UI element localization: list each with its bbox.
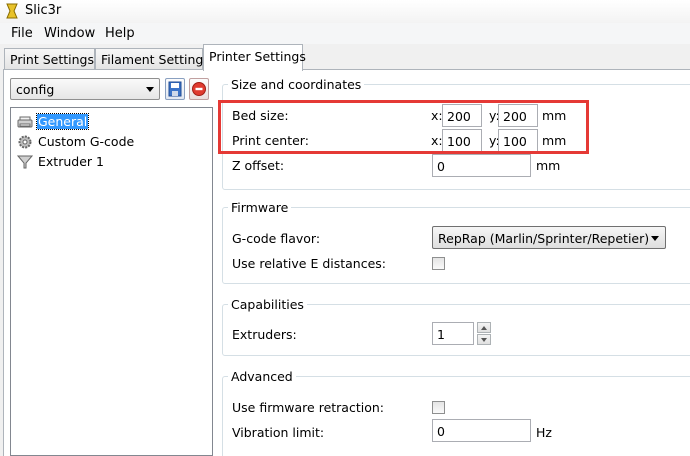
window-title: Slic3r [25,3,62,18]
extruders-label: Extruders: [232,327,297,342]
tree-label: Extruder 1 [38,154,104,169]
save-preset-button[interactable] [165,78,185,100]
gcode-flavor-value: RepRap (Marlin/Sprinter/Repetier) [438,231,650,246]
z-offset-label: Z offset: [232,158,285,173]
preset-value: config [16,82,55,97]
vibration-limit-field[interactable]: 0 [432,419,531,442]
firmware-retraction-label: Use firmware retraction: [232,400,384,415]
save-icon [168,81,182,97]
tab-filament-settings[interactable]: Filament Settings [95,48,210,70]
relative-e-label: Use relative E distances: [232,256,387,271]
tree-label: General [35,113,90,130]
vibration-limit-label: Vibration limit: [232,425,325,440]
highlight-box [218,100,589,154]
arrow-down-icon [481,338,487,342]
menu-file[interactable]: File [11,26,33,41]
settings-tree: General Custom G-code Extruder 1 [10,107,213,456]
chevron-down-icon [146,87,154,92]
group-title-firmware: Firmware [228,200,292,215]
menu-window[interactable]: Window [44,26,95,41]
gcode-flavor-label: G-code flavor: [232,231,321,246]
delete-icon [192,82,206,96]
extruders-field[interactable]: 1 [432,322,474,345]
group-title-size: Size and coordinates [228,77,365,92]
extruders-decrement-button[interactable] [477,334,491,345]
menu-bar: File Window Help [0,23,690,44]
title-bar: Slic3r [0,0,690,23]
group-title-advanced: Advanced [228,369,296,384]
extruders-increment-button[interactable] [477,322,491,333]
chevron-down-icon [651,236,659,241]
preset-select[interactable]: config [10,78,160,100]
tree-label: Custom G-code [38,134,135,149]
printer-icon [17,116,33,128]
tab-print-settings[interactable]: Print Settings [4,48,95,70]
slic3r-logo-icon [6,3,18,19]
firmware-retraction-checkbox[interactable] [432,401,445,414]
z-offset-field[interactable]: 0 [432,154,531,177]
advanced-group [222,376,690,456]
relative-e-checkbox[interactable] [432,257,445,270]
z-offset-unit: mm [536,158,561,173]
delete-preset-button[interactable] [189,78,209,100]
gear-icon [18,135,32,149]
funnel-icon [17,155,33,169]
arrow-up-icon [481,326,487,330]
gcode-flavor-select[interactable]: RepRap (Marlin/Sprinter/Repetier) [432,226,666,249]
tab-printer-settings[interactable]: Printer Settings [203,44,306,71]
vibration-limit-unit: Hz [536,425,552,440]
group-title-capabilities: Capabilities [228,297,307,312]
menu-help[interactable]: Help [105,26,135,41]
